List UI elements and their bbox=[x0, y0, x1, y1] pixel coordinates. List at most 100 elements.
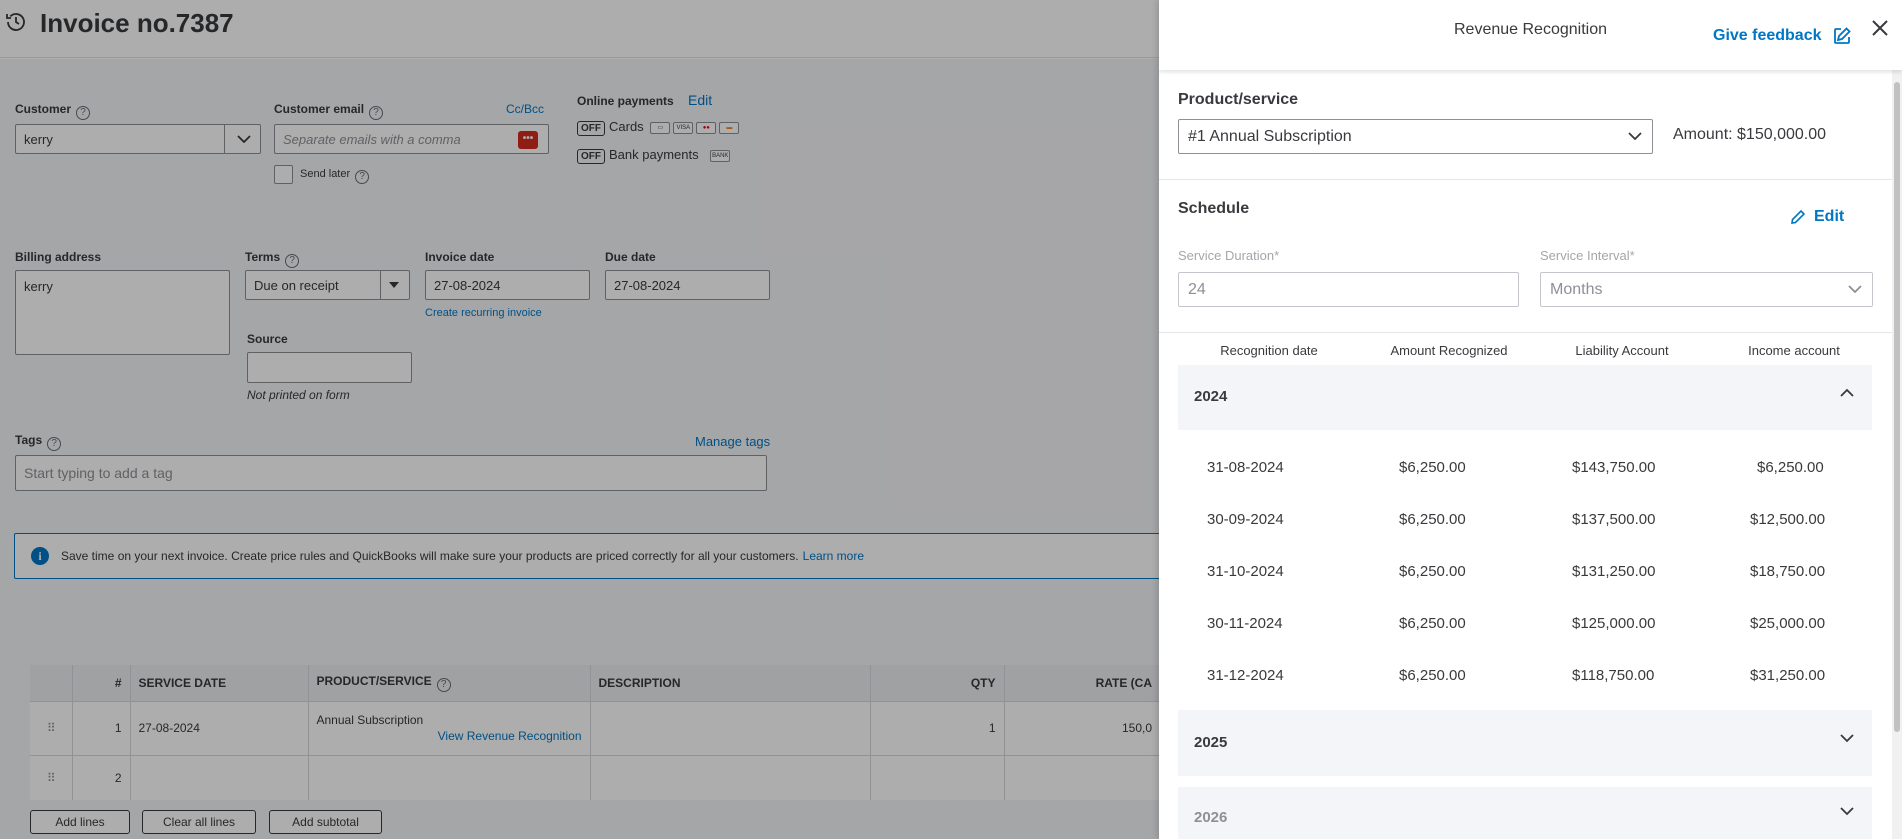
row-rate[interactable] bbox=[1003, 754, 1160, 800]
cc-bcc-link[interactable]: Cc/Bcc bbox=[506, 102, 544, 116]
help-icon[interactable]: ? bbox=[369, 106, 384, 120]
tags-input[interactable]: Start typing to add a tag bbox=[15, 455, 767, 491]
panel-scrollbar[interactable] bbox=[1892, 70, 1902, 839]
revenue-recognition-panel: Revenue Recognition Give feedback Produc… bbox=[1159, 0, 1902, 839]
invoice-date-label: Invoice date bbox=[425, 250, 495, 264]
row-product[interactable] bbox=[307, 754, 590, 800]
col-service-date: SERVICE DATE bbox=[129, 665, 308, 701]
chevron-down-icon[interactable] bbox=[1628, 131, 1642, 140]
invoice-page: Invoice no.7387 Customer? kerry Customer… bbox=[0, 0, 1174, 839]
source-label: Source bbox=[247, 332, 288, 346]
row-qty[interactable] bbox=[869, 754, 1004, 800]
table-row[interactable]: ⠿ 2 bbox=[30, 754, 1160, 800]
table-row[interactable]: ⠿ 1 27-08-2024 Annual Subscription View … bbox=[30, 700, 1160, 755]
row-qty[interactable]: 1 bbox=[869, 700, 1004, 755]
info-icon: i bbox=[31, 547, 49, 565]
row-date: 31-08-2024 bbox=[1207, 459, 1284, 476]
row-liability: $131,250.00 bbox=[1572, 563, 1656, 580]
due-date-value: 27-08-2024 bbox=[614, 277, 681, 293]
customer-label: Customer? bbox=[15, 102, 91, 120]
row-description[interactable] bbox=[589, 754, 870, 800]
online-payments-label: Online payments bbox=[577, 94, 674, 108]
row-liability: $143,750.00 bbox=[1572, 459, 1656, 476]
terms-select[interactable]: Due on receipt bbox=[245, 270, 410, 300]
customer-select[interactable]: kerry bbox=[15, 124, 261, 154]
row-date: 30-11-2024 bbox=[1207, 615, 1283, 632]
chevron-down-icon[interactable] bbox=[1840, 734, 1854, 743]
product-service-select[interactable]: #1 Annual Subscription bbox=[1178, 119, 1653, 154]
row-liability: $137,500.00 bbox=[1572, 511, 1656, 528]
banner-text: Save time on your next invoice. Create p… bbox=[61, 549, 799, 563]
scrollbar-thumb[interactable] bbox=[1894, 82, 1900, 732]
close-icon[interactable] bbox=[1870, 18, 1890, 38]
line-items-table: # SERVICE DATE PRODUCT/SERVICE? DESCRIPT… bbox=[30, 665, 1160, 800]
bank-payments-toggle[interactable]: OFF Bank payments BANK bbox=[577, 147, 731, 164]
add-subtotal-button[interactable]: Add subtotal bbox=[269, 810, 382, 834]
billing-address-field[interactable]: kerry bbox=[15, 270, 230, 355]
due-date-label: Due date bbox=[605, 250, 656, 264]
row-income: $18,750.00 bbox=[1750, 563, 1826, 580]
billing-address-value: kerry bbox=[24, 279, 53, 294]
help-icon[interactable]: ? bbox=[285, 254, 300, 268]
row-service-date[interactable] bbox=[129, 754, 308, 800]
row-liability: $125,000.00 bbox=[1572, 615, 1656, 632]
drag-handle-icon[interactable]: ⠿ bbox=[30, 700, 72, 755]
give-feedback-link[interactable]: Give feedback bbox=[1713, 26, 1852, 46]
row-rate[interactable]: 150,0 bbox=[1003, 700, 1160, 755]
create-recurring-link[interactable]: Create recurring invoice bbox=[425, 307, 542, 319]
col-number: # bbox=[71, 665, 130, 701]
year-label: 2026 bbox=[1194, 809, 1228, 826]
add-lines-button[interactable]: Add lines bbox=[30, 810, 130, 834]
chevron-down-icon[interactable] bbox=[237, 135, 251, 143]
schedule-label: Schedule bbox=[1178, 200, 1250, 217]
row-service-date[interactable]: 27-08-2024 bbox=[129, 700, 308, 755]
schedule-row: 31-12-2024 $6,250.00 $118,750.00 $31,250… bbox=[1178, 650, 1872, 702]
schedule-row: 31-08-2024 $6,250.00 $143,750.00 $6,250.… bbox=[1178, 442, 1872, 494]
row-product-name: Annual Subscription bbox=[316, 713, 424, 727]
schedule-row: 31-10-2024 $6,250.00 $131,250.00 $18,750… bbox=[1178, 546, 1872, 598]
terms-label: Terms? bbox=[245, 250, 300, 268]
history-icon[interactable] bbox=[4, 10, 28, 34]
help-icon[interactable]: ? bbox=[436, 677, 451, 692]
row-description[interactable] bbox=[589, 700, 870, 755]
help-icon[interactable]: ? bbox=[76, 106, 91, 120]
service-duration-field[interactable]: 24 bbox=[1178, 272, 1519, 307]
cards-toggle[interactable]: OFF Cards ▭ VISA ●● ▬ bbox=[577, 119, 740, 136]
manage-tags-link[interactable]: Manage tags bbox=[695, 434, 770, 449]
bank-payments-label: Bank payments bbox=[609, 147, 699, 162]
service-interval-select[interactable]: Months bbox=[1540, 272, 1873, 307]
edit-schedule-button[interactable]: Edit bbox=[1790, 208, 1844, 226]
schedule-row: 30-11-2024 $6,250.00 $125,000.00 $25,000… bbox=[1178, 598, 1872, 650]
service-interval-value: Months bbox=[1550, 280, 1603, 298]
row-amount: $6,250.00 bbox=[1399, 511, 1466, 528]
year-group-2025[interactable]: 2025 bbox=[1178, 710, 1872, 776]
send-later-checkbox[interactable] bbox=[274, 165, 293, 184]
info-banner: i Save time on your next invoice. Create… bbox=[14, 533, 1174, 579]
caret-down-icon[interactable] bbox=[389, 282, 399, 288]
cards-label: Cards bbox=[609, 119, 644, 134]
card-icon: ▭ bbox=[650, 121, 671, 134]
row-product[interactable]: Annual Subscription View Revenue Recogni… bbox=[307, 700, 590, 755]
col-description: DESCRIPTION bbox=[589, 665, 870, 701]
chevron-down-icon[interactable] bbox=[1840, 807, 1854, 816]
help-icon[interactable]: ? bbox=[47, 437, 62, 451]
learn-more-link[interactable]: Learn more bbox=[803, 549, 864, 563]
year-group-2024[interactable]: 2024 bbox=[1178, 365, 1872, 430]
year-group-2026[interactable]: 2026 bbox=[1178, 787, 1872, 839]
invoice-date-field[interactable]: 27-08-2024 bbox=[425, 270, 590, 300]
due-date-field[interactable]: 27-08-2024 bbox=[605, 270, 770, 300]
help-icon[interactable]: ? bbox=[355, 170, 370, 184]
contacts-icon[interactable]: ••• bbox=[518, 131, 538, 149]
tags-label: Tags? bbox=[15, 433, 62, 451]
service-interval-label: Service Interval* bbox=[1540, 248, 1635, 263]
clear-all-lines-button[interactable]: Clear all lines bbox=[142, 810, 256, 834]
online-payments-edit[interactable]: Edit bbox=[688, 92, 712, 108]
view-revenue-recognition-link[interactable]: View Revenue Recognition bbox=[317, 729, 582, 743]
source-field[interactable] bbox=[247, 352, 412, 383]
email-field[interactable]: Separate emails with a comma ••• bbox=[274, 124, 549, 154]
chevron-up-icon[interactable] bbox=[1840, 388, 1854, 397]
drag-handle-icon[interactable]: ⠿ bbox=[30, 754, 72, 800]
chevron-down-icon[interactable] bbox=[1848, 284, 1862, 293]
divider bbox=[1159, 332, 1892, 333]
not-printed-note: Not printed on form bbox=[247, 388, 350, 402]
